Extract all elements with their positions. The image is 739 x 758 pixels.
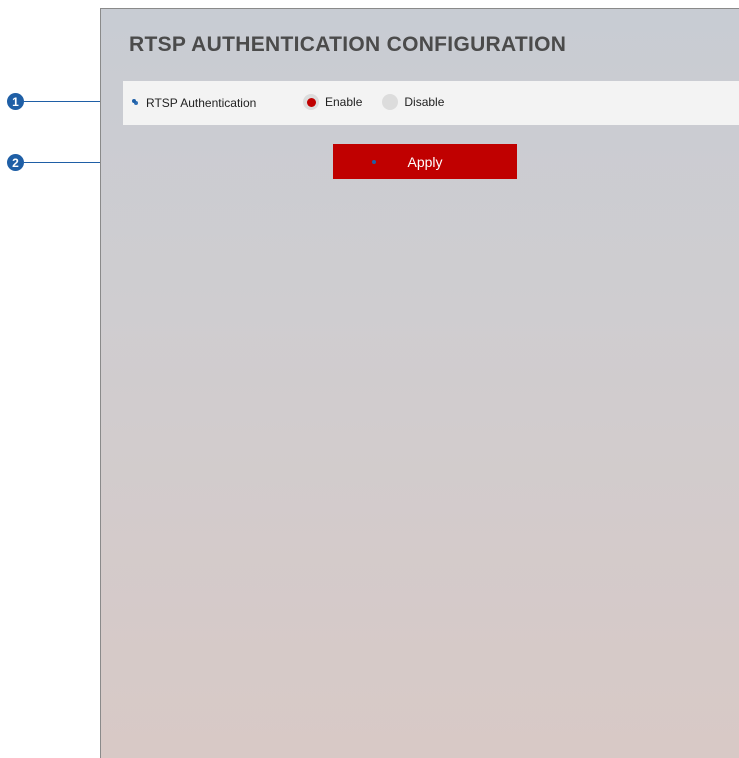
rtsp-authentication-label: RTSP Authentication bbox=[146, 96, 257, 110]
callout-1-number: 1 bbox=[12, 94, 19, 109]
page-title: RTSP AUTHENTICATION CONFIGURATION bbox=[129, 33, 567, 56]
disable-radio-label[interactable]: Disable bbox=[404, 95, 444, 109]
callout-1-endpoint bbox=[132, 99, 136, 103]
rtsp-authentication-radio-group: Enable Disable bbox=[303, 94, 464, 110]
callout-2-marker: 2 bbox=[7, 154, 24, 171]
page: 1 2 RTSP AUTHENTICATION CONFIGURATION RT… bbox=[0, 0, 739, 758]
configuration-panel: RTSP AUTHENTICATION CONFIGURATION RTSP A… bbox=[100, 8, 739, 758]
callout-2-number: 2 bbox=[12, 155, 19, 170]
enable-radio-label[interactable]: Enable bbox=[325, 95, 362, 109]
callout-1-marker: 1 bbox=[7, 93, 24, 110]
callout-2-endpoint bbox=[372, 160, 376, 164]
apply-button[interactable]: Apply bbox=[333, 144, 517, 179]
radio-selected-dot-icon bbox=[306, 97, 316, 107]
disable-radio[interactable] bbox=[382, 94, 399, 110]
enable-radio[interactable] bbox=[303, 94, 319, 110]
rtsp-authentication-row: RTSP Authentication Enable Disable bbox=[123, 81, 739, 125]
